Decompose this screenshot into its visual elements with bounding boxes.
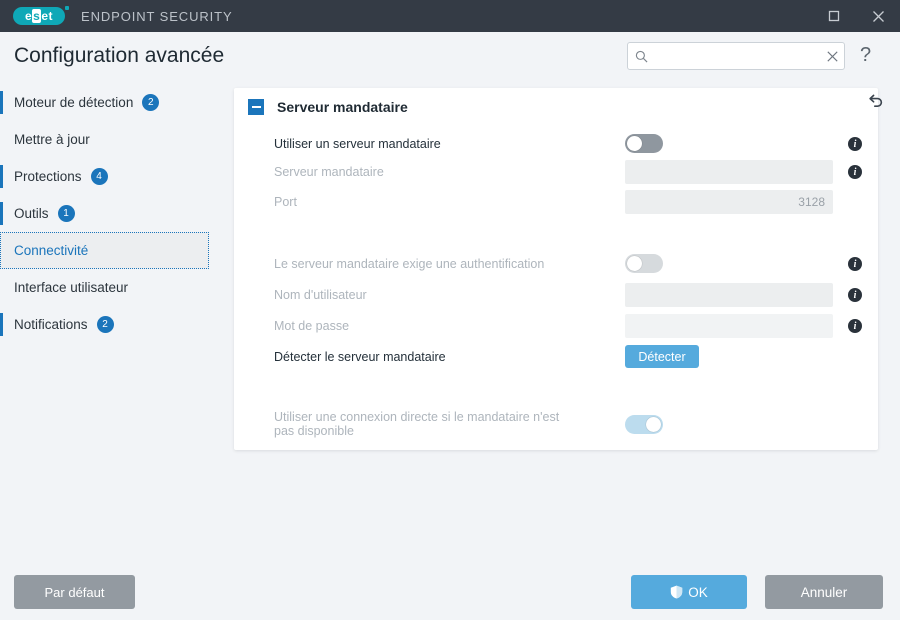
window-controls [812, 0, 900, 32]
search-clear-icon[interactable] [820, 43, 844, 69]
eset-logo-text: eset [25, 10, 53, 22]
info-icon[interactable]: i [848, 257, 862, 271]
auth-required-toggle[interactable] [625, 254, 663, 273]
info-icon[interactable]: i [848, 165, 862, 179]
password-input[interactable] [625, 314, 833, 338]
title-bar: eset ENDPOINT SECURITY [0, 0, 900, 32]
auth-required-label: Le serveur mandataire exige une authenti… [274, 257, 604, 271]
search-box[interactable] [627, 42, 845, 70]
use-proxy-label: Utiliser un serveur mandataire [274, 137, 604, 151]
minus-icon[interactable] [248, 99, 264, 115]
username-label: Nom d'utilisateur [274, 288, 604, 302]
product-name: ENDPOINT SECURITY [81, 9, 233, 24]
eset-logo-dot [65, 6, 69, 10]
close-icon[interactable] [856, 0, 900, 32]
ok-button-label: OK [688, 585, 708, 600]
eset-logo: eset [13, 7, 65, 25]
row-password: Mot de passe i [0, 314, 900, 338]
status-badge: 2 [142, 94, 159, 111]
info-icon[interactable]: i [848, 288, 862, 302]
panel-header: Serveur mandataire [234, 88, 878, 126]
row-port: Port [0, 190, 900, 214]
port-label: Port [274, 195, 604, 209]
accent-bar [0, 91, 3, 114]
default-button[interactable]: Par défaut [14, 575, 135, 609]
proxy-server-label: Serveur mandataire [274, 165, 604, 179]
proxy-server-input[interactable] [625, 160, 833, 184]
search-icon [635, 50, 648, 63]
row-direct-connection: Utiliser une connexion directe si le man… [0, 410, 900, 442]
panel-title: Serveur mandataire [277, 99, 408, 115]
password-label: Mot de passe [274, 319, 604, 333]
info-icon[interactable]: i [848, 319, 862, 333]
row-auth-required: Le serveur mandataire exige une authenti… [0, 254, 900, 274]
detect-button[interactable]: Détecter [625, 345, 699, 368]
page-title: Configuration avancée [14, 44, 224, 68]
ok-button[interactable]: OK [631, 575, 747, 609]
info-icon[interactable]: i [848, 137, 862, 151]
row-username: Nom d'utilisateur i [0, 283, 900, 307]
direct-connection-toggle[interactable] [625, 415, 663, 434]
row-use-proxy: Utiliser un serveur mandataire i [0, 134, 900, 154]
port-input[interactable] [625, 190, 833, 214]
help-button[interactable]: ? [860, 44, 871, 67]
sidebar-item-moteur-de-detection[interactable]: Moteur de détection 2 [0, 84, 210, 121]
maximize-icon[interactable] [812, 0, 856, 32]
cancel-button[interactable]: Annuler [765, 575, 883, 609]
eset-advanced-setup-window: eset ENDPOINT SECURITY Configuration ava… [0, 0, 900, 620]
direct-connection-label: Utiliser une connexion directe si le man… [274, 410, 574, 438]
shield-icon [670, 585, 683, 599]
row-detect-proxy: Détecter le serveur mandataire Détecter [0, 345, 900, 369]
search-input[interactable] [654, 49, 820, 63]
username-input[interactable] [625, 283, 833, 307]
detect-proxy-label: Détecter le serveur mandataire [274, 350, 604, 364]
use-proxy-toggle[interactable] [625, 134, 663, 153]
undo-arrow-icon[interactable] [867, 92, 884, 114]
row-proxy-server: Serveur mandataire i [0, 160, 900, 184]
sidebar-item-label: Moteur de détection [14, 95, 133, 110]
